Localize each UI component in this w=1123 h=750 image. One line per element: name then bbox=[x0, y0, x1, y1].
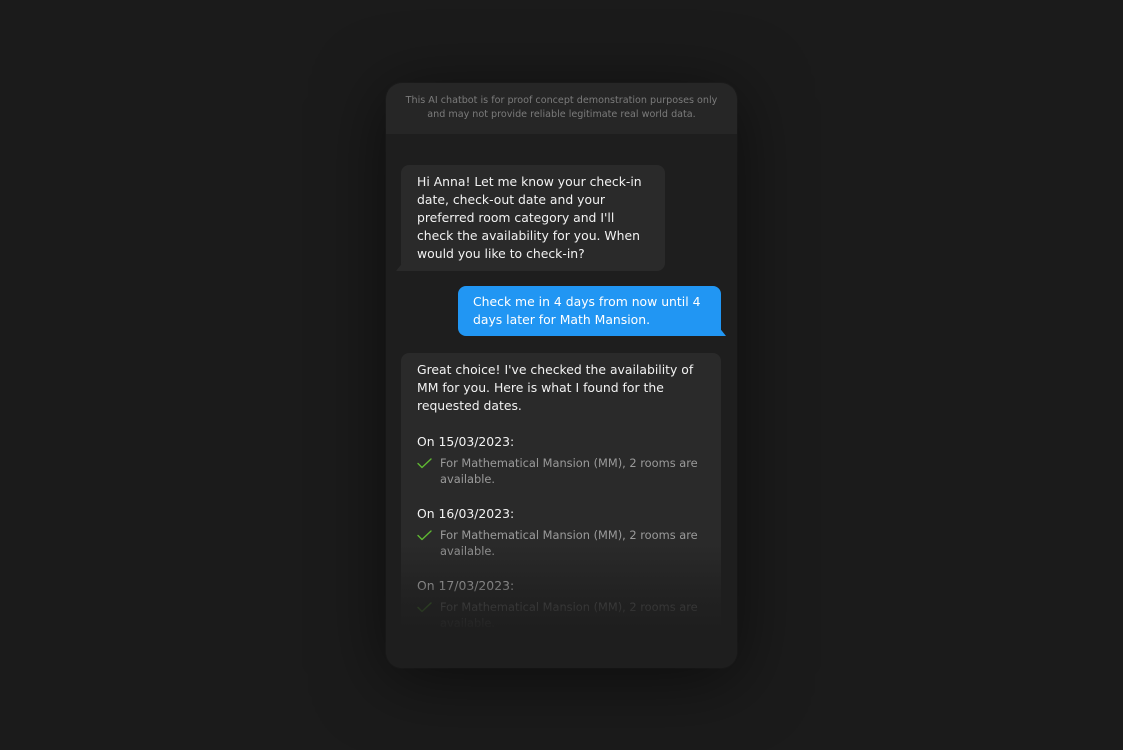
check-icon bbox=[417, 602, 432, 613]
disclaimer-line-2: and may not provide reliable legitimate … bbox=[427, 109, 696, 120]
availability-item: For Mathematical Mansion (MM), 2 rooms a… bbox=[417, 599, 707, 631]
chat-window: This AI chatbot is for proof concept dem… bbox=[386, 83, 737, 668]
availability-detail: For Mathematical Mansion (MM), 2 rooms a… bbox=[440, 600, 698, 630]
availability-detail: For Mathematical Mansion (MM), 2 rooms a… bbox=[440, 528, 698, 558]
check-icon bbox=[417, 530, 432, 541]
bot-reply-intro: Great choice! I've checked the availabil… bbox=[417, 362, 694, 413]
availability-item: For Mathematical Mansion (MM), 2 rooms a… bbox=[417, 527, 707, 559]
availability-date: On 15/03/2023: bbox=[417, 434, 515, 449]
availability-detail: For Mathematical Mansion (MM), 2 rooms a… bbox=[440, 456, 698, 486]
check-icon bbox=[417, 458, 432, 469]
availability-day: On 17/03/2023: For Mathematical Mansion … bbox=[417, 577, 707, 631]
bot-message-availability: Great choice! I've checked the availabil… bbox=[401, 353, 721, 663]
user-message: Check me in 4 days from now until 4 days… bbox=[458, 286, 726, 336]
user-message-text: Check me in 4 days from now until 4 days… bbox=[473, 294, 701, 327]
disclaimer-line-1: This AI chatbot is for proof concept dem… bbox=[405, 95, 718, 106]
availability-date: On 16/03/2023: bbox=[417, 506, 515, 521]
bot-message-greeting: Hi Anna! Let me know your check-in date,… bbox=[396, 165, 665, 271]
disclaimer-banner: This AI chatbot is for proof concept dem… bbox=[386, 83, 737, 134]
availability-day: On 15/03/2023: For Mathematical Mansion … bbox=[417, 433, 707, 487]
chat-thread[interactable]: Hi Anna! Let me know your check-in date,… bbox=[386, 134, 737, 668]
availability-day: On 16/03/2023: For Mathematical Mansion … bbox=[417, 505, 707, 559]
bot-message-text: Hi Anna! Let me know your check-in date,… bbox=[417, 174, 642, 261]
page-background: This AI chatbot is for proof concept dem… bbox=[0, 0, 1123, 750]
availability-item: For Mathematical Mansion (MM), 2 rooms a… bbox=[417, 455, 707, 487]
availability-date: On 17/03/2023: bbox=[417, 578, 515, 593]
